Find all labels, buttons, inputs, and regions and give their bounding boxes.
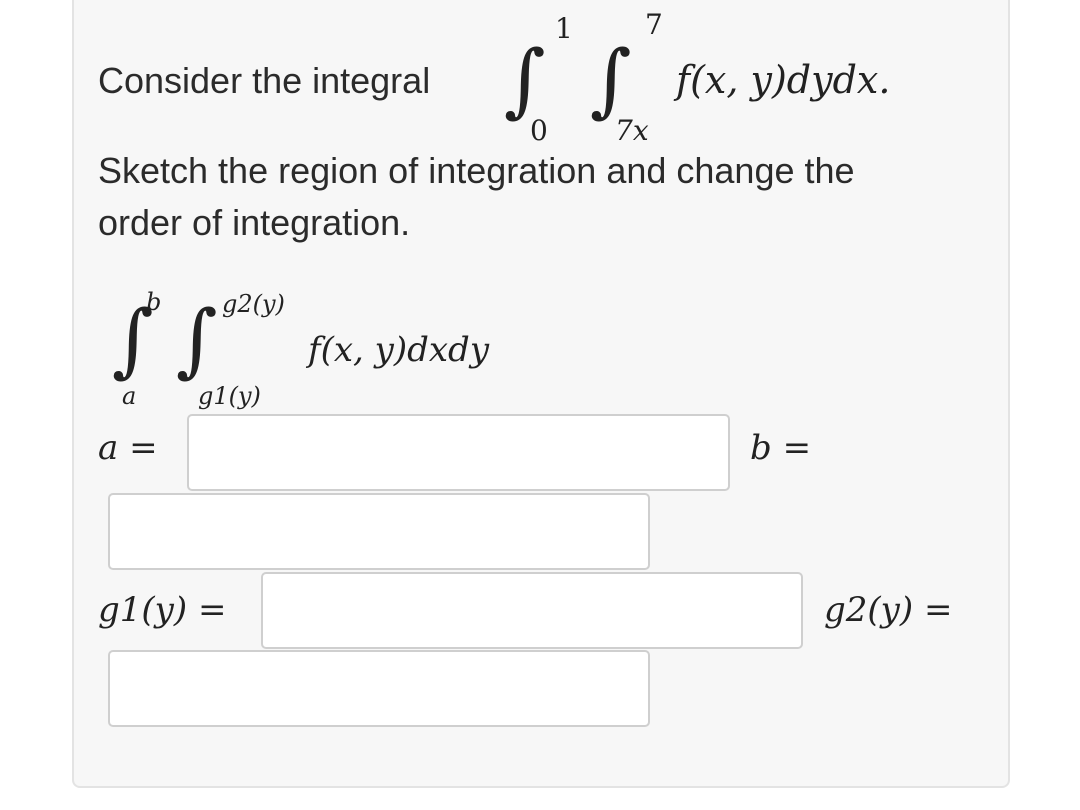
g1-label: g1(y) = (98, 590, 227, 630)
g1-input[interactable] (261, 572, 803, 649)
reversed-outer-lower: a (122, 382, 137, 410)
outer-lower-limit: 0 (530, 114, 548, 147)
reversed-inner-lower: g1(y) (198, 382, 261, 410)
outer-integral-sign: ∫ (504, 33, 546, 126)
reversed-integrand: f(x, y)dxdy (308, 330, 490, 370)
reversed-outer-upper: b (146, 288, 162, 316)
inner-integral-sign: ∫ (590, 33, 632, 126)
a-input[interactable] (187, 414, 730, 491)
question-line-2: Sketch the region of integration and cha… (98, 150, 855, 191)
g2-input[interactable] (108, 650, 650, 727)
inner-lower-limit: 7x (615, 114, 649, 147)
question-prefix: Consider the integral (98, 60, 431, 101)
question-line-3: order of integration. (98, 202, 411, 243)
g2-label: g2(y) = (824, 590, 953, 630)
b-input[interactable] (108, 493, 650, 570)
b-label: b = (750, 428, 812, 468)
a-label: a = (98, 428, 158, 468)
reversed-inner-integral-sign: ∫ (176, 293, 218, 386)
reversed-inner-upper: g2(y) (222, 290, 285, 318)
integrand: f(x, y)dydx. (676, 58, 891, 102)
outer-upper-limit: 1 (555, 12, 573, 45)
inner-upper-limit: 7 (645, 8, 663, 41)
